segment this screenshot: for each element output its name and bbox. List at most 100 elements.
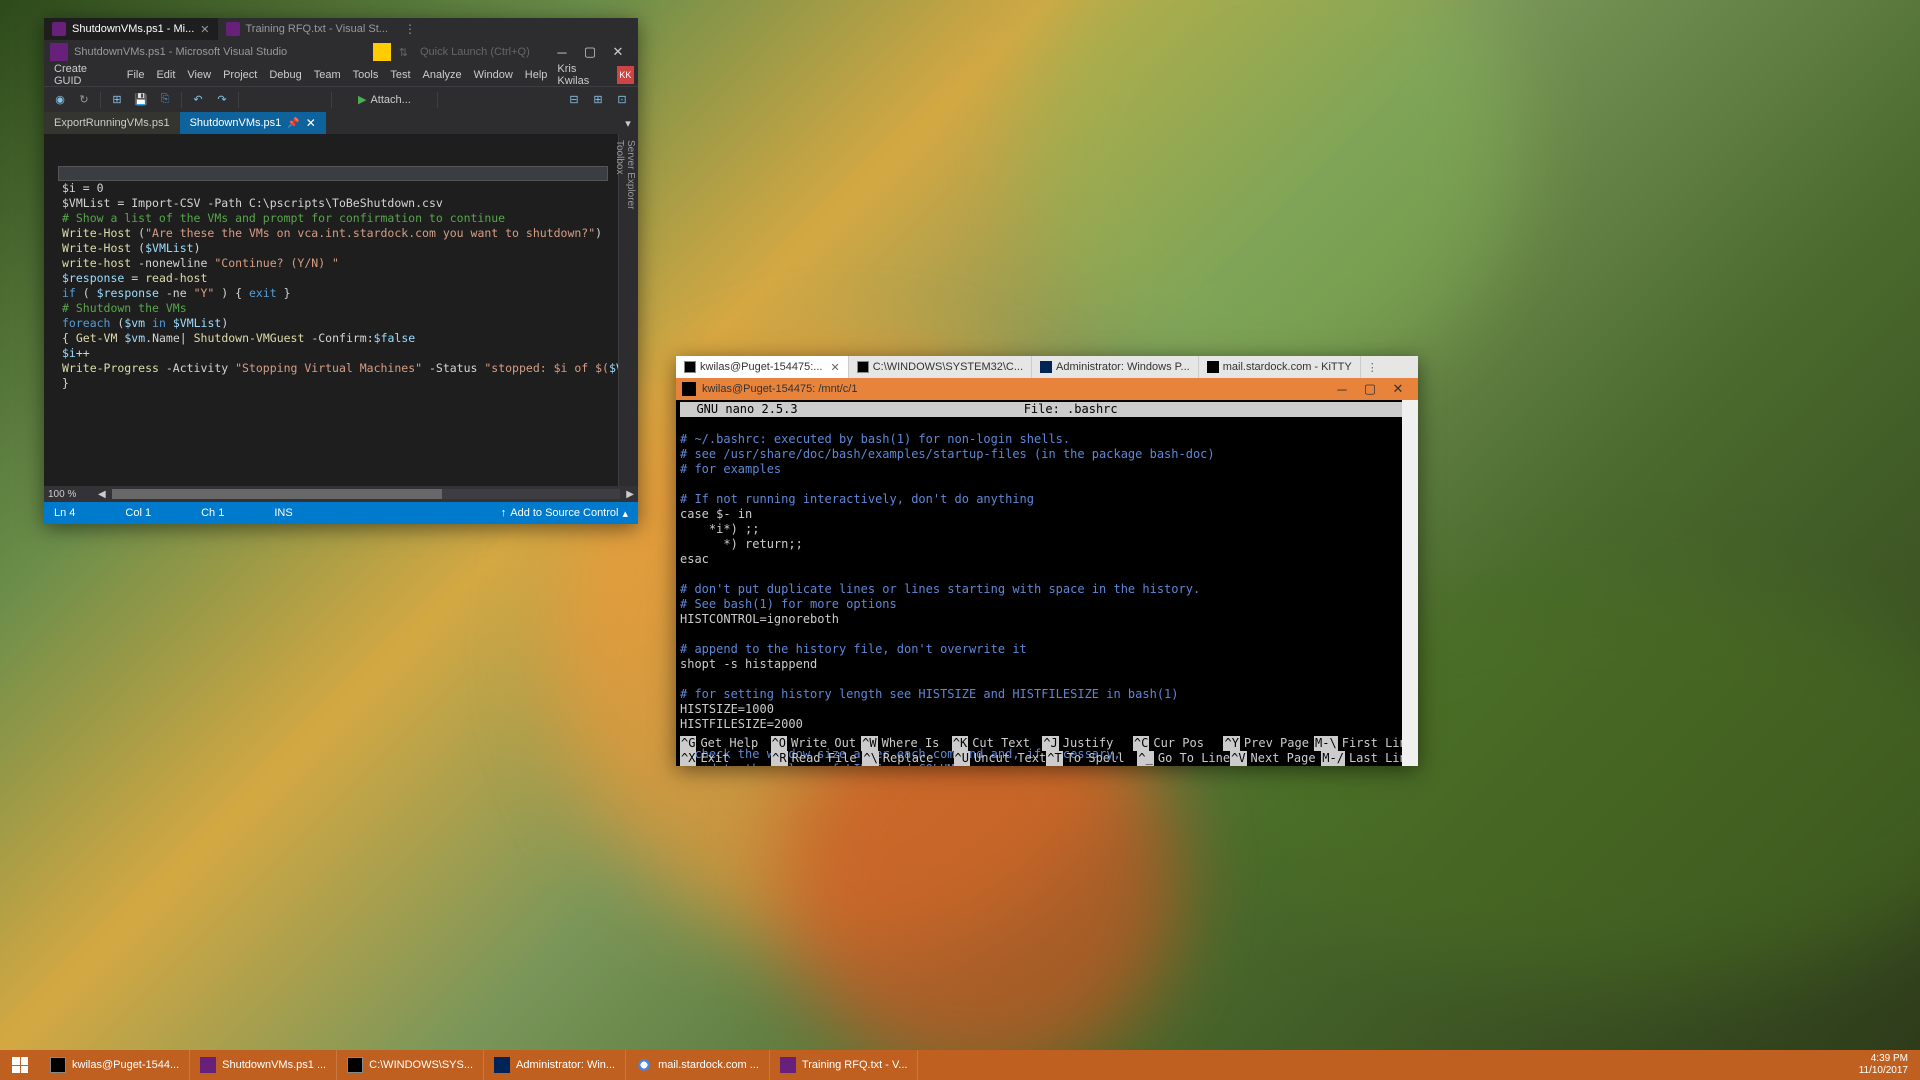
open-icon[interactable]: ↻ <box>74 90 94 110</box>
minimize-button[interactable]: ─ <box>1328 382 1356 397</box>
nano-shortcuts: ^GGet Help^OWrite Out^WWhere Is^KCut Tex… <box>680 736 1414 766</box>
taskbar-label: Administrator: Win... <box>516 1059 615 1071</box>
menu-test[interactable]: Test <box>384 69 416 81</box>
toolbar-icon-1[interactable]: ⊟ <box>564 90 584 110</box>
side-panel-tab[interactable]: Server Explorer <box>625 140 636 468</box>
overflow-menu-icon[interactable]: ⋮ <box>1361 356 1384 378</box>
user-name-label[interactable]: Kris Kwilas <box>553 63 612 87</box>
shortcut-item: ^GGet Help <box>680 736 771 751</box>
toolbar-icon-2[interactable]: ⊞ <box>588 90 608 110</box>
vs-group-tab[interactable]: Training RFQ.txt - Visual St... <box>218 18 396 40</box>
code-line: Write-Progress -Activity "Stopping Virtu… <box>62 361 618 376</box>
windows-logo-icon <box>12 1057 28 1073</box>
menu-file[interactable]: File <box>121 69 151 81</box>
quick-launch-input[interactable]: Quick Launch (Ctrl+Q) <box>420 46 540 58</box>
menu-create-guid[interactable]: Create GUID <box>48 63 121 87</box>
tab-overflow-icon[interactable]: ▾ <box>618 112 638 134</box>
redo-icon[interactable]: ↷ <box>212 90 232 110</box>
new-project-icon[interactable]: ◉ <box>50 90 70 110</box>
nav-arrows-icon[interactable]: ⇅ <box>399 46 408 59</box>
shortcut-item: ^KCut Text <box>952 736 1043 751</box>
term-group-tab[interactable]: C:\WINDOWS\SYSTEM32\C... <box>849 356 1032 378</box>
code-editor[interactable]: $i = 0$VMList = Import-CSV -Path C:\pscr… <box>44 134 618 486</box>
horizontal-scrollbar[interactable] <box>112 489 621 499</box>
shortcut-item: ^WWhere Is <box>861 736 952 751</box>
menu-help[interactable]: Help <box>519 69 554 81</box>
system-clock[interactable]: 4:39 PM 11/10/2017 <box>1847 1050 1920 1080</box>
start-button[interactable] <box>0 1050 40 1080</box>
shortcut-item: ^RRead File <box>771 751 862 766</box>
taskbar-item[interactable]: Administrator: Win... <box>484 1050 626 1080</box>
zoom-level[interactable]: 100 % <box>48 489 98 500</box>
shortcut-item: M-/Last Line <box>1321 751 1414 766</box>
scroll-right-icon[interactable]: ▶ <box>626 489 634 500</box>
close-icon[interactable]: ✕ <box>830 361 839 374</box>
menu-tools[interactable]: Tools <box>347 69 385 81</box>
overflow-menu-icon[interactable]: ⋮ <box>404 22 416 36</box>
menu-view[interactable]: View <box>181 69 217 81</box>
term-group-tab[interactable]: mail.stardock.com - KiTTY <box>1199 356 1361 378</box>
taskbar: kwilas@Puget-1544...ShutdownVMs.ps1 ... C… <box>0 1050 1920 1080</box>
taskbar-label: C:\WINDOWS\SYS... <box>369 1059 473 1071</box>
menu-edit[interactable]: Edit <box>150 69 181 81</box>
code-line: write-host -nonewline "Continue? (Y/N) " <box>62 256 618 271</box>
attach-button[interactable]: ▶ Attach... <box>338 93 431 106</box>
nano-header: GNU nano 2.5.3File: .bashrc <box>680 402 1414 417</box>
document-tab[interactable]: ShutdownVMs.ps1 📌 ✕ <box>180 112 326 134</box>
taskbar-item[interactable]: Training RFQ.txt - V... <box>770 1050 919 1080</box>
vs-group-tabbar: ShutdownVMs.ps1 - Mi...✕Training RFQ.txt… <box>44 18 638 40</box>
close-button[interactable]: ✕ <box>1384 381 1412 397</box>
save-all-icon[interactable]: ⎘ <box>155 90 175 110</box>
shortcut-item: ^XExit <box>680 751 771 766</box>
menu-window[interactable]: Window <box>468 69 519 81</box>
upload-icon: ↑ <box>501 507 507 519</box>
code-line: $i = 0 <box>62 181 618 196</box>
vs-zoom-scrollbar: 100 % ◀ ▶ <box>44 486 638 502</box>
vs-statusbar: Ln 4 Col 1 Ch 1 INS ↑ Add to Source Cont… <box>44 502 638 524</box>
minimize-button[interactable]: ─ <box>548 45 576 60</box>
menu-analyze[interactable]: Analyze <box>417 69 468 81</box>
tab-label: ShutdownVMs.ps1 <box>190 117 282 129</box>
undo-icon[interactable]: ↶ <box>188 90 208 110</box>
taskbar-item[interactable]: ShutdownVMs.ps1 ... <box>190 1050 337 1080</box>
maximize-button[interactable]: ▢ <box>1356 381 1384 397</box>
close-icon[interactable]: ✕ <box>200 23 209 36</box>
code-line: $VMList = Import-CSV -Path C:\pscripts\T… <box>62 196 618 211</box>
vs-group-tab[interactable]: ShutdownVMs.ps1 - Mi...✕ <box>44 18 218 40</box>
shortcut-item: ^\Replace <box>862 751 953 766</box>
user-avatar[interactable]: KK <box>617 66 634 84</box>
shortcut-item: ^_Go To Line <box>1137 751 1230 766</box>
terminal-content[interactable]: GNU nano 2.5.3File: .bashrc # ~/.bashrc:… <box>676 400 1418 766</box>
app-icon <box>347 1057 363 1073</box>
shortcut-item: ^VNext Page <box>1230 751 1321 766</box>
add-source-control-button[interactable]: ↑ Add to Source Control ▴ <box>501 507 628 520</box>
tab-label: C:\WINDOWS\SYSTEM32\C... <box>873 361 1023 373</box>
term-titlebar[interactable]: kwilas@Puget-154475: /mnt/c/1 ─ ▢ ✕ <box>676 378 1418 400</box>
document-tab[interactable]: ExportRunningVMs.ps1 <box>44 112 180 134</box>
term-group-tab[interactable]: Administrator: Windows P... <box>1032 356 1199 378</box>
menu-team[interactable]: Team <box>308 69 347 81</box>
scroll-left-icon[interactable]: ◀ <box>98 489 106 500</box>
code-line: { Get-VM $vm.Name| Shutdown-VMGuest -Con… <box>62 331 618 346</box>
term-group-tabs: kwilas@Puget-154475:...✕ C:\WINDOWS\SYSTE… <box>676 356 1418 378</box>
close-icon[interactable]: ✕ <box>306 116 316 130</box>
toolbar-icon-3[interactable]: ⊡ <box>612 90 632 110</box>
vs-titlebar[interactable]: ShutdownVMs.ps1 - Microsoft Visual Studi… <box>44 40 638 64</box>
maximize-button[interactable]: ▢ <box>576 44 604 60</box>
notification-icon[interactable] <box>373 43 391 61</box>
close-button[interactable]: ✕ <box>604 44 632 60</box>
menu-debug[interactable]: Debug <box>263 69 307 81</box>
app-icon <box>684 361 696 373</box>
terminal-icon <box>682 382 696 396</box>
nano-body: # ~/.bashrc: executed by bash(1) for non… <box>680 417 1414 766</box>
vertical-scrollbar[interactable] <box>1402 400 1418 766</box>
code-line: Write-Host ("Are these the VMs on vca.in… <box>62 226 618 241</box>
add-icon[interactable]: ⊞ <box>107 90 127 110</box>
taskbar-item[interactable]: mail.stardock.com ... <box>626 1050 770 1080</box>
save-icon[interactable]: 💾 <box>131 90 151 110</box>
term-group-tab[interactable]: kwilas@Puget-154475:...✕ <box>676 356 849 378</box>
taskbar-item[interactable]: C:\WINDOWS\SYS... <box>337 1050 484 1080</box>
menu-project[interactable]: Project <box>217 69 263 81</box>
pin-icon[interactable]: 📌 <box>287 118 299 129</box>
taskbar-item[interactable]: kwilas@Puget-1544... <box>40 1050 190 1080</box>
